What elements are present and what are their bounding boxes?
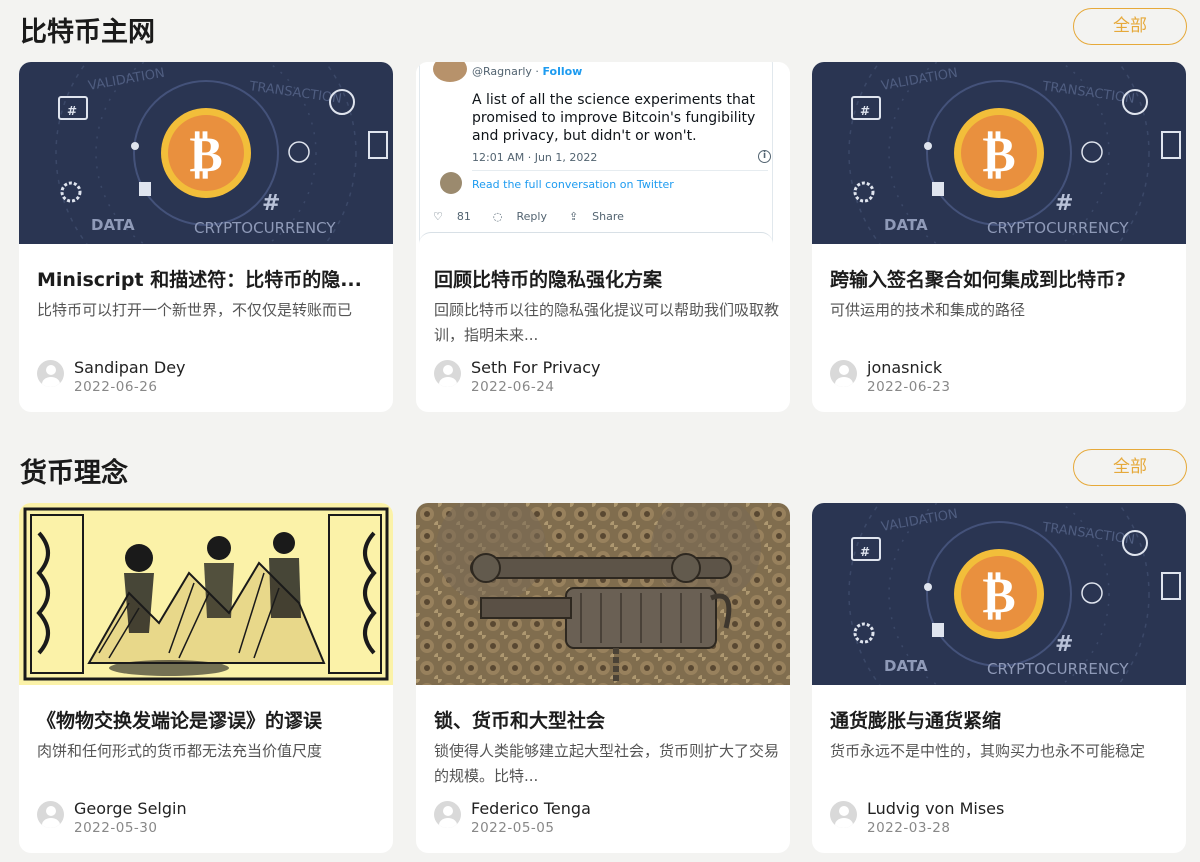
card-description: 锁使得人类能够建立起大型社会，货币则扩大了交易的规模。比特... (434, 742, 780, 785)
author-name[interactable]: jonasnick (867, 358, 942, 377)
publish-date: 2022-05-05 (471, 820, 555, 836)
info-icon: i (758, 150, 771, 163)
publish-date: 2022-06-24 (471, 379, 555, 395)
card-title[interactable]: 锁、货币和大型社会 (434, 706, 779, 733)
card-title[interactable]: 《物物交换发端论是谬误》的谬误 (37, 706, 382, 733)
tweet-time: 12:01 AM · Jun 1, 2022 (472, 151, 598, 164)
share-icon: ⇪ (568, 210, 579, 223)
tweet-read-link: Read the full conversation on Twitter (472, 178, 674, 191)
author-avatar (434, 801, 461, 828)
publish-date: 2022-05-30 (74, 820, 158, 836)
publish-date: 2022-06-26 (74, 379, 158, 395)
card-title[interactable]: 通货膨胀与通货紧缩 (830, 706, 1175, 733)
card-description: 可供运用的技术和集成的路径 (830, 301, 1026, 319)
article-card[interactable]: VALIDATION TRANSACTION DATA CRYPTOCURREN… (812, 503, 1186, 853)
crypto-thumbnail: VALIDATION TRANSACTION DATA CRYPTOCURREN… (812, 503, 1186, 685)
section-title: 比特币主网 (20, 17, 155, 48)
cryptocurrency-label: CRYPTOCURRENCY (987, 660, 1129, 678)
tweet-text: A list of all the science experiments th… (472, 92, 756, 144)
author-name[interactable]: George Selgin (74, 799, 187, 818)
author-avatar (434, 360, 461, 387)
svg-text:#: # (860, 545, 870, 559)
card-description: 比特币可以打开一个新世界，不仅仅是转账而已 (37, 301, 353, 319)
share-label: Share (592, 210, 624, 223)
bitcoin-coin-icon: ₿ (982, 125, 1015, 183)
like-count: 81 (456, 210, 471, 223)
article-card[interactable]: VALIDATION TRANSACTION DATA CRYPTOCURREN… (19, 62, 393, 412)
author-avatar (37, 801, 64, 828)
reply-label: Reply (516, 210, 547, 223)
woodcut-thumbnail (19, 503, 393, 685)
bitcoin-coin-icon: ₿ (189, 125, 222, 183)
bitcoin-coin-icon: ₿ (982, 566, 1015, 624)
data-label: DATA (91, 216, 135, 234)
hash-label: # (1055, 632, 1073, 657)
author-name[interactable]: Sandipan Dey (74, 358, 186, 377)
section-title: 货币理念 (20, 458, 128, 489)
author-name[interactable]: Seth For Privacy (471, 358, 601, 377)
author-avatar (830, 360, 857, 387)
author-name[interactable]: Ludvig von Mises (867, 799, 1004, 818)
tweet-thumbnail: @Ragnarly · Follow A list of all the sci… (416, 62, 790, 244)
publish-date: 2022-03-28 (867, 820, 951, 836)
lock-photo-thumbnail (416, 503, 790, 685)
article-card[interactable]: 《物物交换发端论是谬误》的谬误 肉饼和任何形式的货币都无法充当价值尺度 Geor… (19, 503, 393, 853)
data-label: DATA (884, 216, 928, 234)
hash-label: # (1055, 191, 1073, 216)
card-title[interactable]: Miniscript 和描述符：比特币的隐... (37, 265, 382, 292)
publish-date: 2022-06-23 (867, 379, 951, 395)
hash-label: # (262, 191, 280, 216)
article-card[interactable]: @Ragnarly · Follow A list of all the sci… (416, 62, 790, 412)
crypto-thumbnail: VALIDATION TRANSACTION DATA CRYPTOCURREN… (812, 62, 1186, 244)
tweet-actions: ♡ 81 ◌ Reply ⇪ Share (433, 210, 624, 223)
tweet-avatar-small (440, 172, 462, 194)
tweet-handle: @Ragnarly · Follow (472, 65, 583, 78)
card-title[interactable]: 跨输入签名聚合如何集成到比特币? (830, 265, 1175, 292)
data-label: DATA (884, 657, 928, 675)
tweet-divider (472, 170, 768, 171)
tweet-follow-link: Follow (542, 65, 583, 78)
svg-text:#: # (860, 104, 870, 118)
heart-icon: ♡ (433, 210, 443, 223)
view-all-button[interactable]: 全部 (1073, 449, 1187, 486)
reply-icon: ◌ (492, 210, 503, 223)
card-description: 回顾比特币以往的隐私强化提议可以帮助我们吸取教训，指明未来... (434, 301, 780, 344)
card-description: 货币永远不是中性的，其购买力也永不可能稳定 (830, 742, 1146, 760)
crypto-thumbnail: VALIDATION TRANSACTION DATA CRYPTOCURREN… (19, 62, 393, 244)
author-avatar (830, 801, 857, 828)
card-title[interactable]: 回顾比特币的隐私强化方案 (434, 265, 779, 292)
article-card[interactable]: VALIDATION TRANSACTION DATA CRYPTOCURREN… (812, 62, 1186, 412)
article-card[interactable]: 锁、货币和大型社会 锁使得人类能够建立起大型社会，货币则扩大了交易的规模。比特.… (416, 503, 790, 853)
tweet-more-box (419, 232, 773, 244)
author-name[interactable]: Federico Tenga (471, 799, 591, 818)
author-avatar (37, 360, 64, 387)
svg-text:#: # (67, 104, 77, 118)
view-all-button[interactable]: 全部 (1073, 8, 1187, 45)
cryptocurrency-label: CRYPTOCURRENCY (194, 219, 336, 237)
cryptocurrency-label: CRYPTOCURRENCY (987, 219, 1129, 237)
card-description: 肉饼和任何形式的货币都无法充当价值尺度 (37, 742, 323, 760)
